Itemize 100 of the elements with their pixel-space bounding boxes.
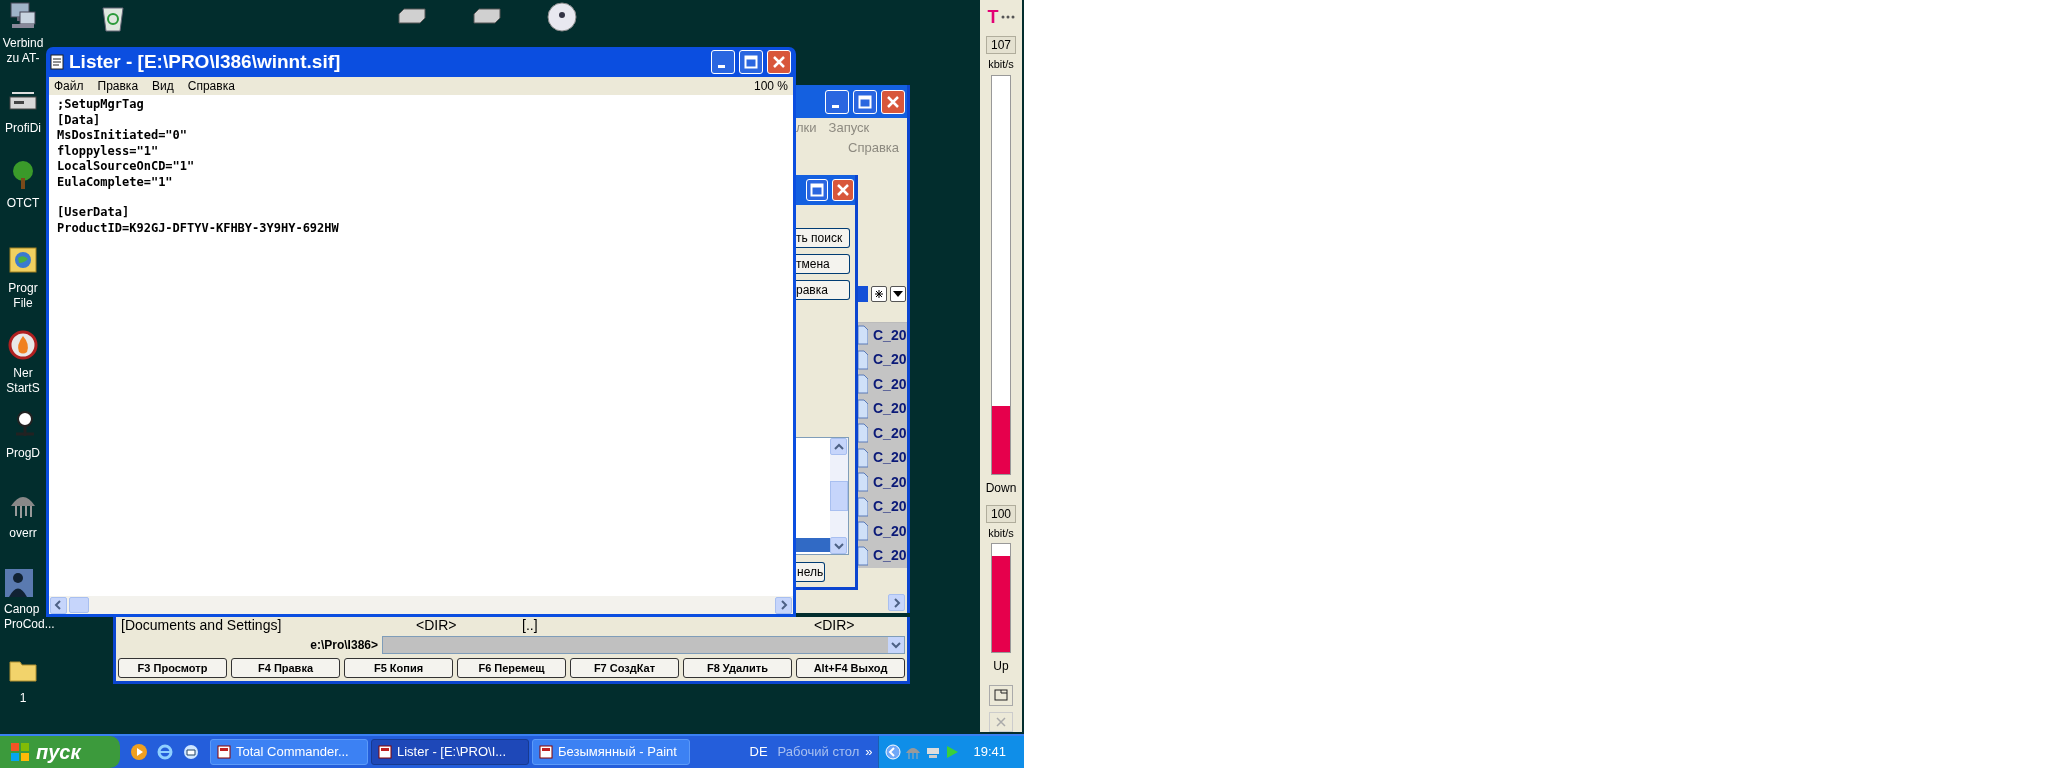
zoom-label: 100 %: [753, 78, 788, 95]
maximize-icon: [858, 94, 872, 109]
speed-reading: 107: [986, 36, 1016, 54]
dialog-button[interactable]: нель: [796, 562, 826, 582]
caret-icon: [893, 291, 903, 297]
maximize-button[interactable]: [806, 179, 828, 201]
media-player-icon[interactable]: [130, 743, 148, 761]
desktop-icon-label[interactable]: Progr: [8, 281, 38, 296]
function-key-button[interactable]: F3 Просмотр: [118, 658, 227, 678]
start-button[interactable]: пуск: [0, 736, 120, 768]
speed-reading: 100: [986, 504, 1016, 523]
scroll-right-button[interactable]: [775, 596, 792, 614]
scroll-down-button[interactable]: [830, 537, 847, 554]
desktop-icon-label[interactable]: ProgD: [6, 446, 40, 461]
meter-label: Down: [985, 479, 1017, 497]
function-key-button[interactable]: F6 Перемещ: [457, 658, 566, 678]
globe-folder-icon: [8, 245, 38, 275]
file-name[interactable]: C_20: [873, 496, 907, 518]
file-attribute: <DIR>: [814, 617, 855, 633]
dropdown-button[interactable]: [890, 286, 906, 302]
menu-item[interactable]: Вид: [152, 77, 174, 95]
maximize-icon: [744, 55, 758, 69]
desktop-icon-label[interactable]: OTCT: [6, 196, 40, 211]
document-icon: [49, 54, 65, 70]
command-line-field[interactable]: [382, 636, 905, 654]
taskbar-button[interactable]: Lister - [E:\PRO\I...: [371, 739, 529, 765]
caret-icon: [888, 637, 904, 653]
menu-item[interactable]: Справка: [187, 77, 235, 95]
menu-item[interactable]: Правка: [97, 77, 139, 95]
dialog-button[interactable]: ть поиск: [796, 228, 850, 248]
drive-icon: [473, 8, 501, 24]
dots-icon: [1000, 15, 1015, 19]
browser-icon[interactable]: [156, 743, 174, 761]
app-icon: [539, 745, 553, 759]
function-key-button[interactable]: F8 Удалить: [683, 658, 792, 678]
path-label: e:\Pro\I386>: [309, 637, 378, 654]
dialog-button[interactable]: тмена: [796, 254, 850, 274]
scroll-right-button[interactable]: [888, 594, 905, 611]
scroll-thumb[interactable]: [830, 481, 848, 511]
function-key-button[interactable]: F4 Правка: [231, 658, 340, 678]
text-line: EulaComplete="1": [57, 174, 174, 190]
desktop-icon-label[interactable]: ProfiDi: [5, 121, 41, 136]
window-icon: [994, 689, 1008, 702]
chevron-label[interactable]: »: [859, 742, 879, 762]
list-box[interactable]: [796, 437, 849, 555]
close-icon: [836, 183, 850, 197]
window-button[interactable]: [989, 685, 1013, 706]
function-key-button[interactable]: Alt+F4 Выход: [796, 658, 905, 678]
text-line: floppyless="1": [57, 143, 160, 159]
text-line: [Data]: [57, 112, 102, 128]
file-name[interactable]: C_20: [873, 349, 907, 371]
close-icon: [886, 94, 900, 109]
file-name[interactable]: C_20: [873, 545, 907, 567]
desktop-icon-label[interactable]: 1: [19, 691, 27, 706]
asterisk-button[interactable]: [871, 286, 887, 302]
file-name[interactable]: C_20: [873, 447, 907, 469]
minimize-button[interactable]: [825, 89, 849, 114]
menu-item[interactable]: Файл: [54, 77, 84, 95]
text-line: LocalSourceOnCD="1": [57, 159, 196, 175]
desktop-icon-label[interactable]: File: [13, 296, 33, 311]
maximize-icon: [810, 183, 824, 197]
text-line: [UserData]: [57, 205, 131, 221]
language-indicator[interactable]: DE: [743, 742, 774, 762]
file-name[interactable]: C_20: [873, 520, 907, 542]
taskbar-button[interactable]: Total Commander...: [210, 739, 368, 765]
scroll-thumb[interactable]: [69, 597, 89, 613]
unit-label: kbit/s: [988, 525, 1014, 541]
clock: 19:41: [972, 743, 1007, 762]
file-name[interactable]: C_20: [873, 398, 907, 420]
desktop-icon-label[interactable]: StartS: [6, 381, 40, 396]
scroll-up-button[interactable]: [830, 438, 847, 455]
file-name[interactable]: C_20: [873, 471, 907, 493]
scroll-left-button[interactable]: [50, 596, 67, 614]
desktop-icon-label[interactable]: Verbind: [2, 36, 44, 51]
file-name[interactable]: [Documents and Settings]: [118, 617, 416, 633]
file-attribute: <DIR>: [416, 617, 458, 633]
minimize-button[interactable]: [711, 50, 735, 74]
desktop-icon-label[interactable]: ProCod...: [4, 617, 55, 632]
window-title: Lister - [E:\PRO\I386\winnt.sif]: [69, 49, 342, 74]
app-icon: [378, 745, 392, 759]
function-key-button[interactable]: F5 Копия: [344, 658, 453, 678]
desktop-icon-label[interactable]: Canop: [4, 602, 40, 617]
file-name[interactable]: C_20: [873, 422, 907, 444]
person-silhouette-icon: [4, 568, 34, 598]
drive-icon: [398, 8, 426, 24]
text-line: MsDosInitiated="0": [57, 128, 189, 144]
desktop-icon-label[interactable]: zu AT-: [6, 51, 40, 66]
file-name[interactable]: C_20: [873, 373, 907, 395]
desktop-icon-label[interactable]: Ner: [13, 366, 33, 381]
maximize-button[interactable]: [739, 50, 763, 74]
dialog-button[interactable]: равка: [796, 280, 850, 300]
desktop-icon-label[interactable]: overr: [9, 526, 37, 541]
unit-label: kbit/s: [988, 57, 1014, 72]
taskbar-button[interactable]: Безымянный - Paint: [532, 739, 690, 765]
maximize-button[interactable]: [853, 89, 877, 114]
logo-letter: T: [987, 8, 999, 26]
file-name[interactable]: C_20: [873, 324, 907, 346]
function-key-button[interactable]: F7 СоздКат: [570, 658, 679, 678]
file-name[interactable]: [..]: [522, 617, 814, 633]
monitor-icon: [8, 0, 38, 30]
